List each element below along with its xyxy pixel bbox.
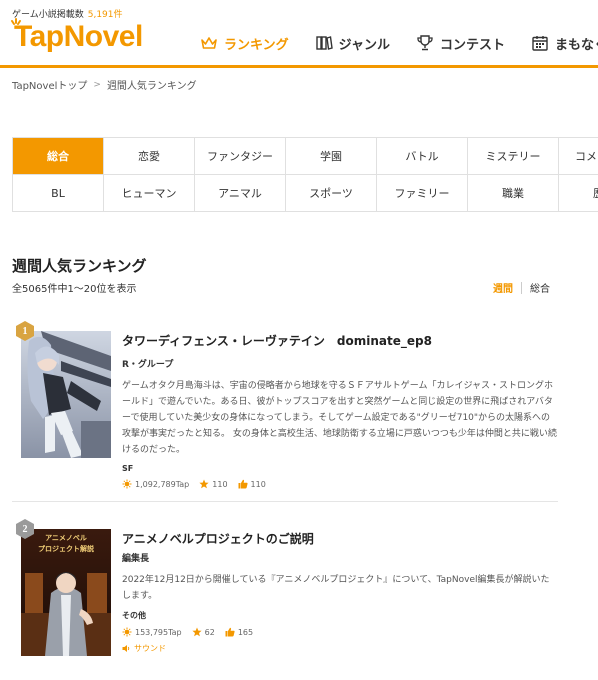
genre-tab-bl[interactable]: BL <box>13 175 104 212</box>
genre-filter-table: 総合 恋愛 ファンタジー 学園 バトル ミステリー コメ BL ヒューマン アニ… <box>12 137 598 212</box>
star-icon <box>192 627 202 637</box>
genre-tab-animal[interactable]: アニマル <box>195 175 286 212</box>
novel-count-value: 5,191件 <box>87 10 123 20</box>
nav-ranking[interactable]: ランキング <box>200 32 289 54</box>
entry-author[interactable]: R・グループ <box>122 357 558 370</box>
main-nav: ランキング ジャンル コンテスト まもなく <box>200 32 598 54</box>
period-overall-link[interactable]: 総合 <box>530 280 550 295</box>
tapnovel-logo[interactable]: TapNovel <box>11 18 143 54</box>
genre-tab-human[interactable]: ヒューマン <box>104 175 195 212</box>
entry-genre: SF <box>122 464 134 473</box>
nav-genre[interactable]: ジャンル <box>315 32 390 54</box>
speaker-icon <box>122 645 130 652</box>
logo-text: TapNovel <box>14 20 143 53</box>
entry-title[interactable]: アニメノベルプロジェクトのご説明 <box>122 530 558 547</box>
ranking-title: 週間人気ランキング <box>12 257 147 275</box>
entry-title[interactable]: タワーディフェンス・レーヴァテイン dominate_ep8 <box>122 332 558 349</box>
ranking-entry[interactable]: 1 タワーディフェンス・レーヴァテイン dominate_ep8 R・グループ … <box>12 320 558 502</box>
trophy-icon <box>417 35 433 51</box>
entry-body: タワーディフェンス・レーヴァテイン dominate_ep8 R・グループ ゲー… <box>122 332 558 489</box>
genre-tab-history[interactable]: 歴 <box>559 175 598 212</box>
books-icon <box>315 36 333 50</box>
entry-stats: 1,092,789Tap 110 110 <box>122 479 558 489</box>
cover-image-1[interactable] <box>21 331 111 458</box>
genre-tab-romance[interactable]: 恋愛 <box>104 138 195 175</box>
nav-contest[interactable]: コンテスト <box>416 32 505 54</box>
logo-spark-icon <box>11 18 21 25</box>
thumbs-up-icon <box>238 479 248 489</box>
like-count-value: 110 <box>250 479 266 489</box>
rank-badge-gold: 1 <box>14 320 36 342</box>
genre-tab-fantasy[interactable]: ファンタジー <box>195 138 286 175</box>
breadcrumb-home[interactable]: TapNovelトップ <box>12 77 87 92</box>
tap-count-value: 1,092,789Tap <box>135 479 190 489</box>
entry-description: 2022年12月12日から開催している『アニメノベルプロジェクト』について、Ta… <box>122 575 550 601</box>
nav-ranking-label: ランキング <box>224 37 289 53</box>
genre-tab-overall[interactable]: 総合 <box>13 138 104 175</box>
genre-tab-sports[interactable]: スポーツ <box>286 175 377 212</box>
star-count: 110 <box>199 479 228 489</box>
star-count-value: 110 <box>212 479 228 489</box>
star-icon <box>199 479 209 489</box>
novel-count: ゲーム小説掲載数 5,191件 <box>12 7 123 20</box>
period-weekly-link[interactable]: 週間 <box>493 280 513 295</box>
result-count: 全5065件中1～20位を表示 <box>12 284 137 295</box>
site-header: ゲーム小説掲載数 5,191件 TapNovel ランキング ジャンル コンテスト… <box>0 0 598 68</box>
tap-count: 1,092,789Tap <box>122 479 189 489</box>
nav-genre-label: ジャンル <box>338 37 390 53</box>
rank-number: 1 <box>22 325 28 337</box>
like-count: 110 <box>238 479 266 489</box>
cover-art-mecha-girl <box>21 331 111 458</box>
entry-body: アニメノベルプロジェクトのご説明 編集長 2022年12月12日から開催している… <box>122 530 558 654</box>
breadcrumb: TapNovelトップ > 週間人気ランキング <box>12 77 197 93</box>
sun-icon <box>122 627 132 637</box>
genre-tab-family[interactable]: ファミリー <box>377 175 468 212</box>
entry-stats: 153,795Tap 62 165 <box>122 627 558 637</box>
sound-tag: サウンド <box>122 643 558 654</box>
breadcrumb-current: 週間人気ランキング <box>106 81 197 92</box>
entry-genre: その他 <box>122 611 146 620</box>
genre-tab-comedy[interactable]: コメ <box>559 138 598 175</box>
rank-badge-silver: 2 <box>14 518 36 540</box>
thumbs-up-icon <box>225 627 235 637</box>
rank-number: 2 <box>22 523 28 535</box>
chevron-right-icon: > <box>93 79 101 90</box>
tap-count-value: 153,795Tap <box>135 627 182 637</box>
tap-count: 153,795Tap <box>122 627 182 637</box>
genre-tab-mystery[interactable]: ミステリー <box>468 138 559 175</box>
star-count-value: 62 <box>204 627 215 637</box>
nav-coming-soon-label: まもなく <box>555 37 598 53</box>
genre-tab-battle[interactable]: バトル <box>377 138 468 175</box>
nav-coming-soon[interactable]: まもなく <box>531 32 598 54</box>
genre-row-2: BL ヒューマン アニマル スポーツ ファミリー 職業 歴 <box>13 175 598 212</box>
sun-icon <box>122 479 132 489</box>
calendar-icon <box>532 36 548 51</box>
cover-image-2[interactable]: アニメノベル プロジェクト解説 <box>21 529 111 656</box>
ranking-entry[interactable]: アニメノベル プロジェクト解説 2 アニメノベルプロジェクトのご説明 編集長 2… <box>12 518 558 668</box>
entry-author[interactable]: 編集長 <box>122 551 558 564</box>
period-toggle: 週間 総合 <box>493 280 550 295</box>
genre-tab-school[interactable]: 学園 <box>286 138 377 175</box>
genre-tab-occupation[interactable]: 職業 <box>468 175 559 212</box>
crown-icon <box>201 37 217 49</box>
star-count: 62 <box>192 627 215 637</box>
genre-row-1: 総合 恋愛 ファンタジー 学園 バトル ミステリー コメ <box>13 138 598 175</box>
like-count: 165 <box>225 627 253 637</box>
entry-description: ゲームオタク月島海斗は、宇宙の侵略者から地球を守るＳＦアサルトゲーム「カレイジャ… <box>122 381 557 455</box>
sound-tag-label: サウンド <box>134 644 166 653</box>
period-divider <box>521 281 522 294</box>
nav-contest-label: コンテスト <box>439 37 505 53</box>
like-count-value: 165 <box>237 627 254 637</box>
cover-caption-line-2: プロジェクト解説 <box>38 545 94 553</box>
